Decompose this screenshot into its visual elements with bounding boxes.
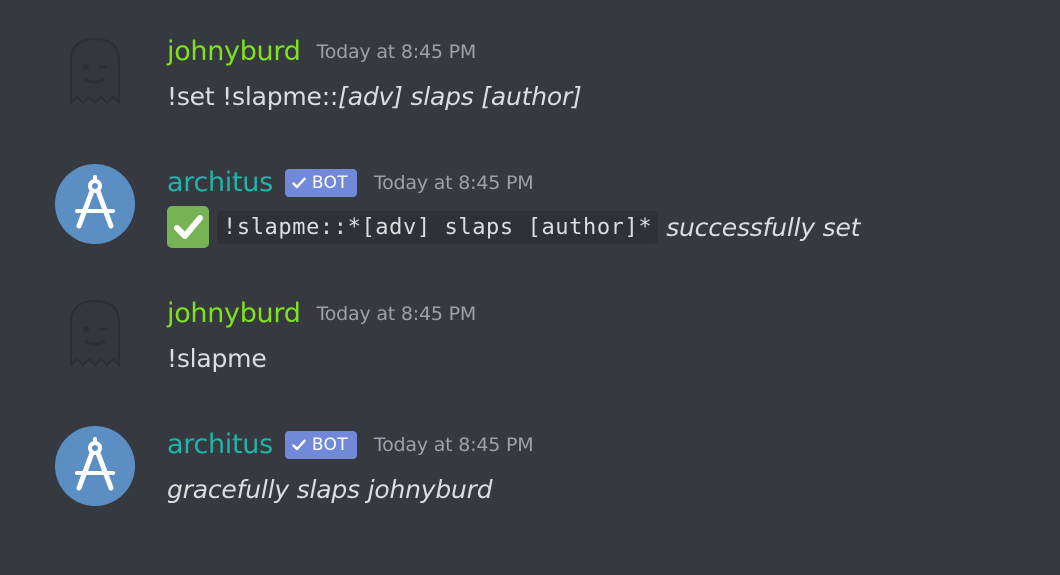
check-mark-icon [174, 215, 203, 239]
timestamp[interactable]: Today at 8:45 PM [317, 296, 477, 332]
message-header: architus BOT Today at 8:45 PM [167, 165, 534, 201]
bot-tag-label: BOT [311, 435, 348, 455]
message-header: johnyburd Today at 8:45 PM [167, 296, 476, 332]
message-content: !set !slapme:: [adv] slaps [author] [167, 76, 582, 116]
message-group: architus BOT Today at 8:45 PM gracefully… [0, 393, 1060, 506]
message-text-italic: gracefully slaps johnyburd [167, 474, 493, 504]
timestamp[interactable]: Today at 8:45 PM [374, 427, 534, 463]
white-check-mark-emoji [167, 206, 209, 248]
message-content: gracefully slaps johnyburd [167, 469, 493, 509]
bot-tag: BOT [284, 431, 357, 459]
message-header: architus BOT Today at 8:45 PM [167, 427, 534, 463]
message-group: architus BOT Today at 8:45 PM !slapme::*… [0, 131, 1060, 248]
chat-messages: johnyburd Today at 8:45 PM !set !slapme:… [0, 0, 1060, 575]
bot-tag-label: BOT [311, 173, 348, 193]
message-text: !set !slapme:: [167, 81, 339, 111]
compass-icon [75, 437, 115, 491]
message-text-italic: successfully set [666, 212, 861, 242]
username[interactable]: architus [167, 165, 273, 201]
message-group: johnyburd Today at 8:45 PM !set !slapme:… [0, 0, 1060, 113]
message-header: johnyburd Today at 8:45 PM [167, 34, 476, 70]
message-content: !slapme [167, 338, 267, 378]
timestamp[interactable]: Today at 8:45 PM [374, 165, 534, 201]
message-group: johnyburd Today at 8:45 PM !slapme [0, 262, 1060, 375]
check-icon [292, 177, 306, 189]
bot-tag: BOT [284, 169, 357, 197]
avatar[interactable] [55, 164, 135, 244]
inline-code: !slapme::*[adv] slaps [author]* [217, 210, 659, 244]
message-text: !slapme [167, 343, 267, 373]
compass-icon [75, 175, 115, 229]
message-content: !slapme::*[adv] slaps [author]* successf… [167, 206, 861, 248]
message-text-italic: [adv] slaps [author] [338, 81, 582, 111]
username[interactable]: architus [167, 427, 273, 463]
ghost-icon [70, 299, 120, 368]
ghost-icon [70, 37, 120, 106]
username[interactable]: johnyburd [167, 296, 301, 332]
avatar[interactable] [55, 33, 135, 113]
check-icon [292, 439, 306, 451]
avatar[interactable] [55, 295, 135, 375]
timestamp[interactable]: Today at 8:45 PM [317, 34, 477, 70]
username[interactable]: johnyburd [167, 34, 301, 70]
avatar[interactable] [55, 426, 135, 506]
